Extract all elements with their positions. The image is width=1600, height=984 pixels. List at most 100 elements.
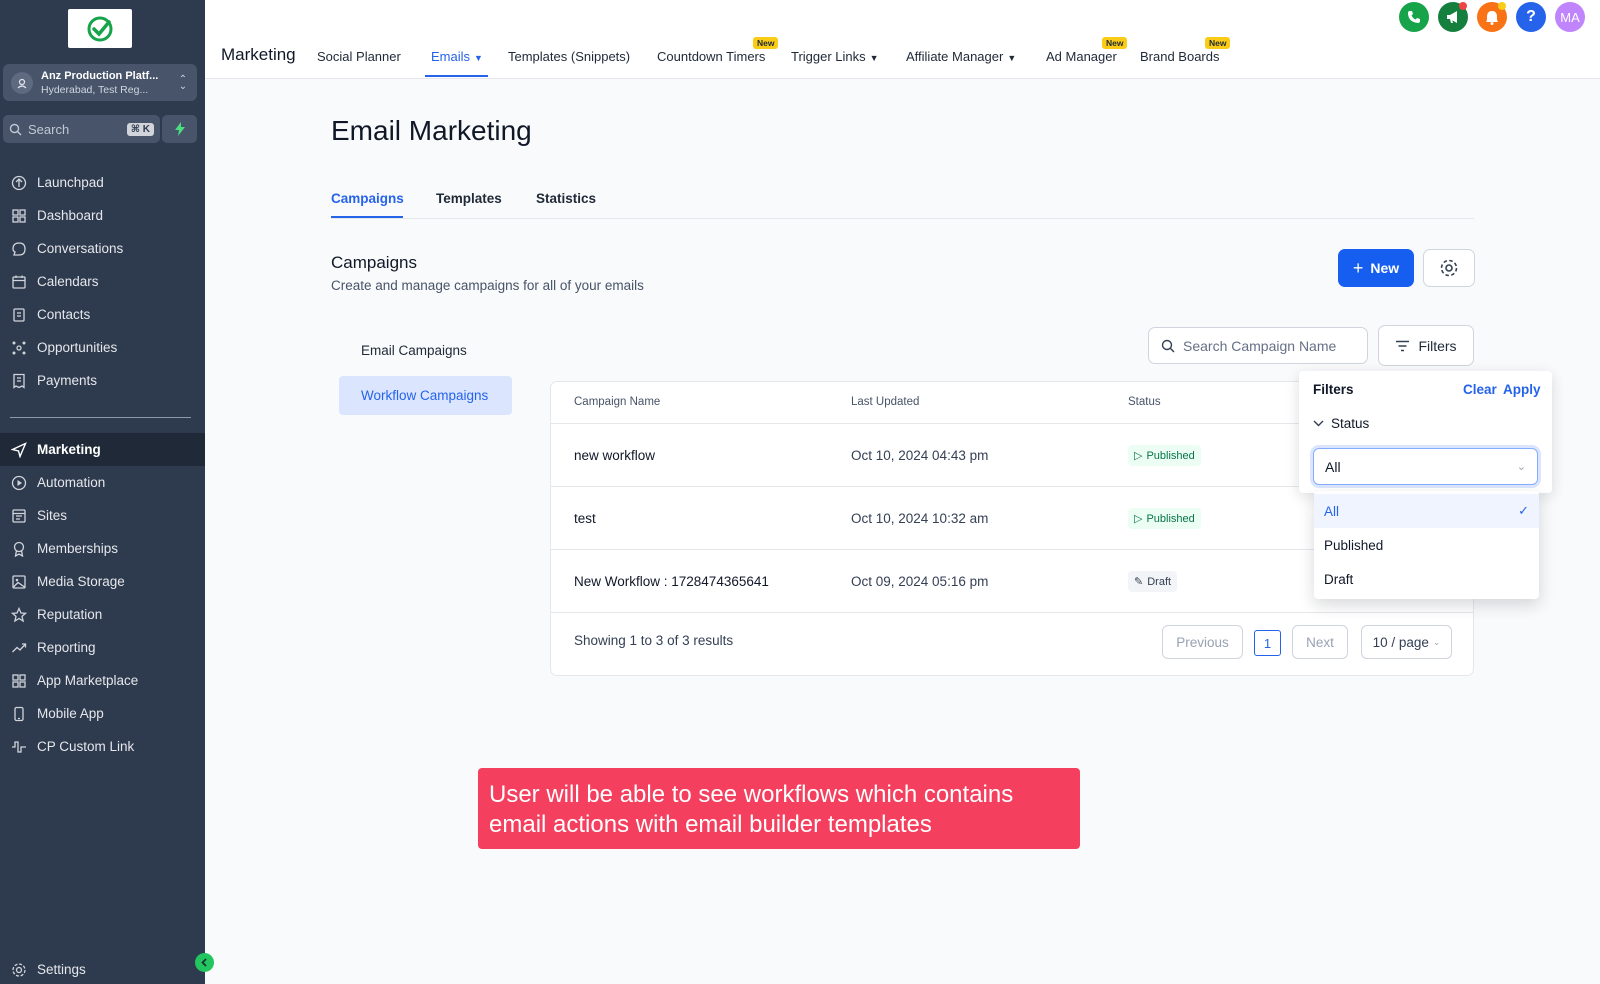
sidebar-item-payments[interactable]: Payments [0,364,205,397]
clear-filters-button[interactable]: Clear [1463,382,1497,397]
sidebar-item-label: App Marketplace [37,673,139,688]
tab-statistics[interactable]: Statistics [536,191,596,206]
send-icon [10,441,28,459]
results-summary: Showing 1 to 3 of 3 results [574,633,734,648]
filters-button[interactable]: Filters [1378,325,1474,366]
check-icon: ✓ [1518,503,1529,518]
page-number-button[interactable]: 1 [1254,630,1281,656]
previous-page-button[interactable]: Previous [1162,625,1243,659]
tab-trigger-links[interactable]: Trigger Links ▼ [791,49,879,64]
email-campaigns-option[interactable]: Email Campaigns [339,331,512,370]
sidebar-item-reputation[interactable]: Reputation [0,598,205,631]
sidebar-item-conversations[interactable]: Conversations [0,232,205,265]
trend-icon [10,639,28,657]
status-option-draft[interactable]: Draft [1314,562,1539,596]
sidebar-item-label: Conversations [37,241,124,256]
page-size-select[interactable]: 10 / page ⌄ [1361,625,1452,659]
sidebar-item-mobile-app[interactable]: Mobile App [0,697,205,730]
account-switcher[interactable]: Anz Production Platf... Hyderabad, Test … [3,64,197,101]
help-button[interactable]: ? [1516,2,1546,32]
sidebar-item-calendars[interactable]: Calendars [0,265,205,298]
collapse-sidebar-button[interactable] [195,953,214,972]
sidebar-item-launchpad[interactable]: Launchpad [0,166,205,199]
sidebar-search[interactable]: Search ⌘ K [3,115,160,143]
phone-button[interactable] [1399,2,1429,32]
rocket-icon [10,174,28,192]
sidebar-search-placeholder: Search [28,121,70,137]
tab-label: Ad Manager [1046,49,1117,64]
sidebar: Anz Production Platf... Hyderabad, Test … [0,0,205,984]
sidebar-item-marketing[interactable]: Marketing [0,433,205,466]
sidebar-item-app-marketplace[interactable]: App Marketplace [0,664,205,697]
campaign-search-input[interactable]: Search Campaign Name [1148,327,1368,364]
tab-social-planner[interactable]: Social Planner [317,49,401,64]
sidebar-item-reporting[interactable]: Reporting [0,631,205,664]
quick-actions-button[interactable] [162,115,197,143]
sidebar-item-automation[interactable]: Automation [0,466,205,499]
chevron-updown-icon: ⌃ ⌄ [178,73,188,92]
chevron-down-icon: ▼ [1007,53,1017,63]
column-header-updated[interactable]: Last Updated [851,396,919,408]
notifications-button[interactable] [1477,2,1507,32]
tab-affiliate-manager[interactable]: Affiliate Manager ▼ [906,49,1016,64]
column-header-name[interactable]: Campaign Name [574,396,660,408]
status-select[interactable]: All ⌄ [1313,448,1538,485]
plus-icon: + [1352,258,1364,278]
tab-label: Social Planner [317,49,401,64]
status-option-all[interactable]: All ✓ [1314,494,1539,528]
apply-filters-button[interactable]: Apply [1503,382,1541,397]
sidebar-item-dashboard[interactable]: Dashboard [0,199,205,232]
filters-panel-title: Filters [1313,382,1354,397]
location-icon [11,71,33,94]
image-icon [10,573,28,591]
sidebar-item-label: Sites [37,508,68,523]
sidebar-item-label: Media Storage [37,574,125,589]
check-logo-icon [87,16,113,41]
section-description: Create and manage campaigns for all of y… [331,278,644,293]
filters-panel: Filters Clear Apply Status All ⌄ [1299,371,1552,493]
tab-countdown-timers[interactable]: Countdown Timers [657,49,765,64]
search-placeholder: Search Campaign Name [1183,337,1337,354]
sidebar-item-memberships[interactable]: Memberships [0,532,205,565]
play-icon: ▷ [1134,513,1143,525]
tab-templates[interactable]: Templates [436,191,502,206]
page-size-value: 10 / page [1372,634,1429,650]
sidebar-item-opportunities[interactable]: Opportunities [0,331,205,364]
sidebar-item-label: Opportunities [37,340,118,355]
last-updated: Oct 10, 2024 10:32 am [851,511,989,526]
sidebar-item-cp-custom-link[interactable]: CP Custom Link [0,730,205,763]
help-icon: ? [1526,8,1536,25]
tab-ad-manager[interactable]: Ad Manager [1046,49,1117,64]
status-badge: ▷ Published [1128,508,1201,529]
new-campaign-button[interactable]: + New [1338,249,1414,287]
tab-brand-boards[interactable]: Brand Boards [1140,49,1220,64]
tab-campaigns[interactable]: Campaigns [331,191,404,206]
campaign-name[interactable]: new workflow [574,448,655,463]
sidebar-item-settings[interactable]: Settings [0,953,205,984]
edit-icon: ✎ [1134,576,1144,588]
play-icon: ▷ [1134,450,1143,462]
workflow-campaigns-option[interactable]: Workflow Campaigns [339,376,512,415]
next-page-button[interactable]: Next [1292,625,1348,659]
settings-button[interactable] [1423,249,1475,287]
column-header-status[interactable]: Status [1128,396,1161,408]
user-avatar[interactable]: MA [1555,2,1585,32]
status-filter-toggle[interactable]: Status [1313,416,1369,431]
announcements-button[interactable] [1438,2,1468,32]
page-title: Email Marketing [331,115,532,146]
filter-icon [1396,340,1410,351]
tab-templates-snippets[interactable]: Templates (Snippets) [508,49,630,64]
status-text: Published [1146,512,1195,525]
status-option-published[interactable]: Published [1314,528,1539,562]
search-icon [9,123,22,135]
sidebar-item-label: Reputation [37,607,103,622]
app-logo[interactable] [68,9,132,48]
sidebar-item-sites[interactable]: Sites [0,499,205,532]
sidebar-item-contacts[interactable]: Contacts [0,298,205,331]
campaign-name[interactable]: test [574,511,596,526]
last-updated: Oct 10, 2024 04:43 pm [851,448,989,463]
sidebar-item-media-storage[interactable]: Media Storage [0,565,205,598]
tab-emails[interactable]: Emails ▼ [431,49,483,64]
tab-label: Templates (Snippets) [508,49,631,64]
campaign-name[interactable]: New Workflow : 1728474365641 [574,574,769,589]
